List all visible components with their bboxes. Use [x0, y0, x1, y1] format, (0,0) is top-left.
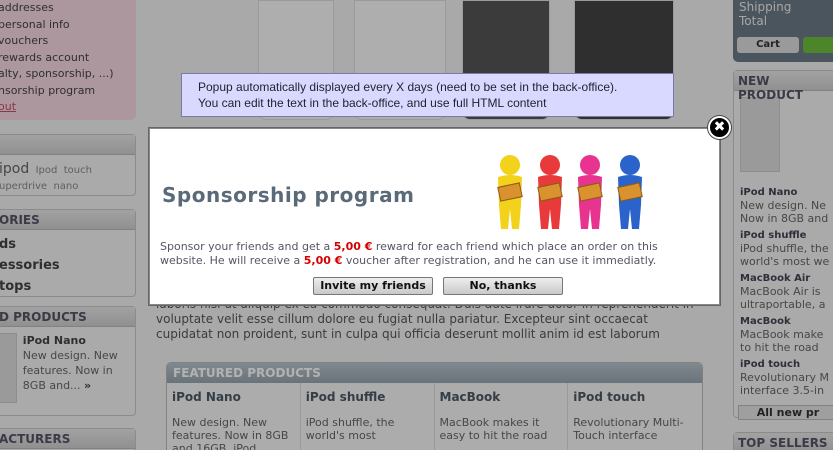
invite-friends-button[interactable]: Invite my friends: [313, 277, 433, 295]
figure-4: [617, 155, 643, 229]
close-icon[interactable]: ✖: [708, 116, 731, 139]
popup-text: Sponsor your friends and get a 5,00 € re…: [160, 240, 658, 267]
sponsorship-figures-illustration: [497, 155, 643, 229]
popup-title: Sponsorship program: [162, 183, 415, 207]
sponsorship-popup: Sponsorship program Sponsor your friends…: [149, 128, 720, 305]
voucher-amount: 5,00 €: [303, 254, 343, 267]
reward-amount: 5,00 €: [333, 240, 373, 253]
no-thanks-button[interactable]: No, thanks: [443, 277, 563, 295]
figure-2: [537, 155, 563, 229]
figure-1: [497, 155, 523, 229]
tooltip-line: Popup automatically displayed every X da…: [198, 80, 618, 94]
figure-3: [577, 155, 603, 229]
tooltip-line: You can edit the text in the back-office…: [198, 96, 547, 110]
info-tooltip: Popup automatically displayed every X da…: [181, 73, 674, 117]
